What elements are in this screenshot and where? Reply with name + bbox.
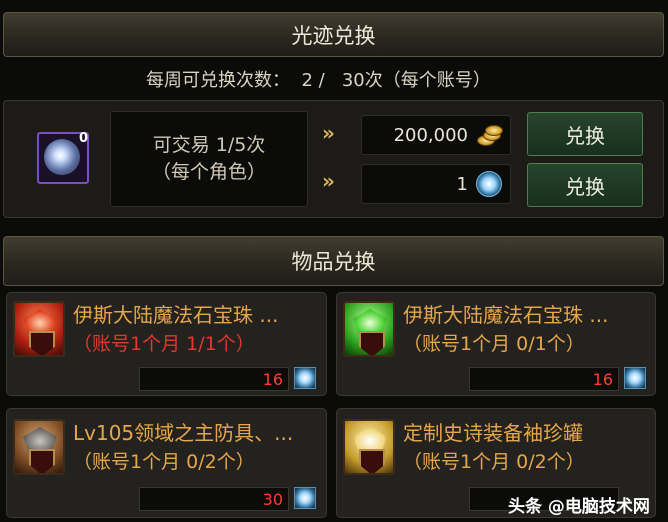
gold-coin-icon	[476, 125, 503, 146]
light-exchange-header: 光迹兑换	[3, 12, 664, 57]
item-price: 30	[139, 487, 289, 511]
exchange-orb-button[interactable]: 兑换	[527, 163, 643, 207]
item-exchange-title: 物品兑换	[291, 250, 376, 274]
exchange-item-card[interactable]: 伊斯大陆魔法石宝珠 ... （账号1个月 1/1个） 16	[6, 292, 327, 396]
armor-box-icon	[13, 419, 65, 475]
light-exchange-panel: 0 可交易 1/5次 （每个角色） » 200,000 兑换 » 1 兑换	[3, 100, 664, 218]
item-name: 伊斯大陆魔法石宝珠 ...	[73, 303, 279, 327]
arrow-right-icon: »	[322, 169, 335, 193]
light-orb-icon	[294, 487, 316, 509]
exchange-gold-button-label: 兑换	[565, 123, 605, 148]
gold-cost-amount: 200,000	[393, 124, 468, 146]
light-orb-icon	[624, 367, 646, 389]
item-price: 16	[469, 367, 619, 391]
exchange-gold-button[interactable]: 兑换	[527, 112, 643, 156]
item-limit: （账号1个月 1/1个）	[73, 333, 255, 355]
exchange-item-slot[interactable]: 0	[37, 131, 89, 184]
exchange-item-card[interactable]: 伊斯大陆魔法石宝珠 ... （账号1个月 0/1个） 16	[336, 292, 656, 396]
watermark-text: 头条 @电脑技术网	[508, 497, 650, 517]
item-exchange-header: 物品兑换	[3, 236, 664, 286]
exchange-orb-button-label: 兑换	[565, 174, 605, 199]
item-name: Lv105领域之主防具、...	[73, 421, 294, 445]
item-limit: （账号1个月 0/2个）	[73, 451, 255, 473]
light-crystal-icon	[44, 139, 80, 175]
exchange-item-card[interactable]: Lv105领域之主防具、... （账号1个月 0/2个） 30	[6, 408, 327, 518]
tradable-count-text: 可交易 1/5次	[152, 134, 266, 156]
item-limit: （账号1个月 0/2个）	[403, 451, 585, 473]
item-name: 定制史诗装备袖珍罐	[403, 421, 583, 445]
light-orb-icon	[294, 367, 316, 389]
item-price: 16	[139, 367, 289, 391]
item-limit: （账号1个月 0/1个）	[403, 333, 585, 355]
gold-cost-box: 200,000	[361, 115, 511, 155]
arrow-right-icon: »	[322, 121, 335, 145]
weekly-limit-text: 每周可兑换次数： 2 / 30次（每个账号）	[146, 70, 491, 91]
epic-jar-icon	[343, 419, 395, 475]
tradable-info-box: 可交易 1/5次 （每个角色）	[110, 111, 308, 207]
item-name: 伊斯大陆魔法石宝珠 ...	[403, 303, 609, 327]
light-exchange-title: 光迹兑换	[291, 23, 376, 48]
item-count-badge: 0	[78, 131, 88, 146]
green-gem-icon	[343, 301, 395, 357]
orb-cost-amount: 1	[456, 173, 468, 195]
light-orb-icon	[476, 171, 502, 197]
red-gem-icon	[13, 301, 65, 357]
tradable-scope-text: （每个角色）	[151, 161, 266, 183]
orb-cost-box: 1	[361, 164, 511, 204]
